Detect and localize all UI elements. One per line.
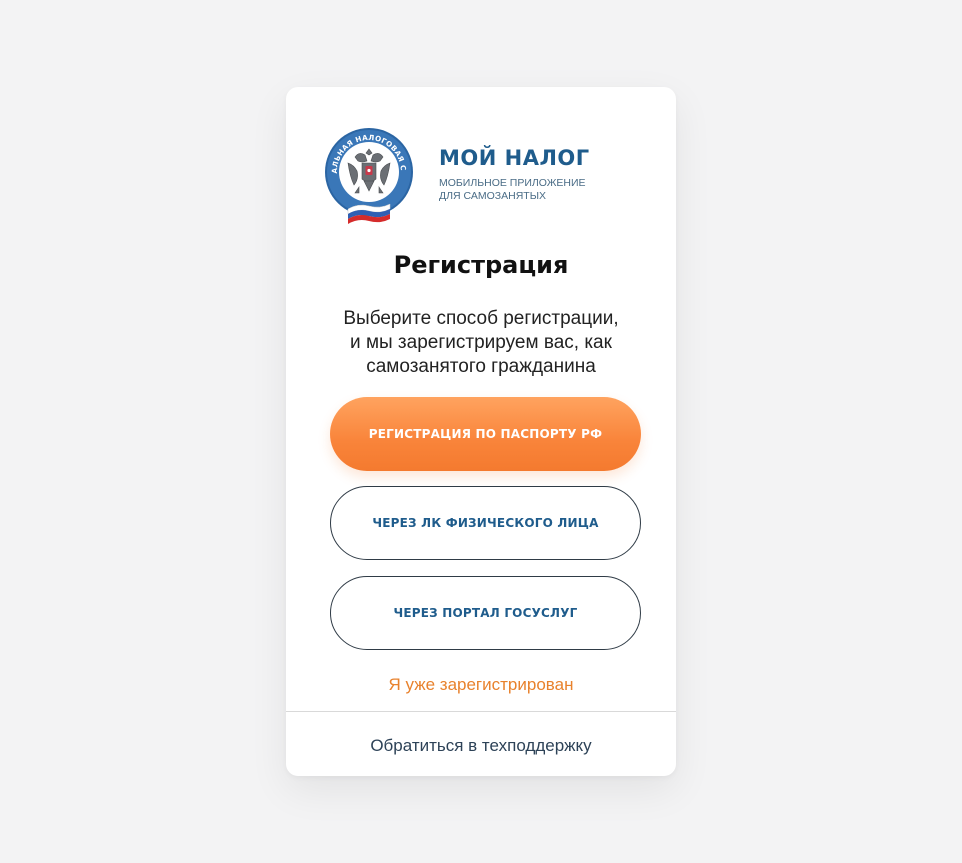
description-line1: Выберите способ регистрации, (343, 308, 619, 329)
lk-registration-button[interactable]: ЧЕРЕЗ ЛК ФИЗИЧЕСКОГО ЛИЦА (330, 486, 641, 560)
description-line3: самозанятого гражданина (366, 356, 596, 377)
app-subtitle-line2: ДЛЯ САМОЗАНЯТЫХ (439, 190, 546, 202)
fns-emblem-icon: ФЕДЕРАЛЬНАЯ НАЛОГОВАЯ СЛУЖБА (324, 127, 413, 224)
support-link[interactable]: Обратиться в техподдержку (286, 735, 676, 757)
already-registered-link[interactable]: Я уже зарегистрирован (286, 674, 676, 696)
app-title: МОЙ НАЛОГ (439, 146, 590, 170)
brand-block: МОЙ НАЛОГ МОБИЛЬНОЕ ПРИЛОЖЕНИЕ ДЛЯ САМОЗ… (439, 145, 590, 203)
gosuslugi-registration-button[interactable]: ЧЕРЕЗ ПОРТАЛ ГОСУСЛУГ (330, 576, 641, 650)
app-subtitle: МОБИЛЬНОЕ ПРИЛОЖЕНИЕ ДЛЯ САМОЗАНЯТЫХ (439, 177, 590, 203)
app-subtitle-line1: МОБИЛЬНОЕ ПРИЛОЖЕНИЕ (439, 177, 586, 189)
registration-card: ФЕДЕРАЛЬНАЯ НАЛОГОВАЯ СЛУЖБА МОЙ (286, 87, 676, 776)
page-description: Выберите способ регистрации, и мы зареги… (306, 307, 656, 379)
header-logo: ФЕДЕРАЛЬНАЯ НАЛОГОВАЯ СЛУЖБА МОЙ (324, 127, 644, 231)
passport-registration-button[interactable]: РЕГИСТРАЦИЯ ПО ПАСПОРТУ РФ (330, 397, 641, 471)
page-title: Регистрация (393, 251, 569, 279)
divider (286, 711, 676, 712)
description-line2: и мы зарегистрируем вас, как (350, 332, 612, 353)
